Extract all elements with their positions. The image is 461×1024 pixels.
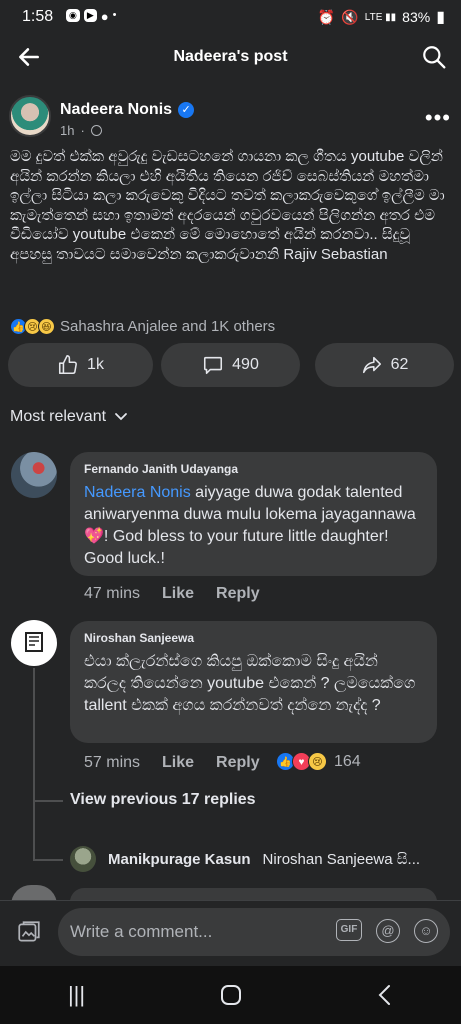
commenter-avatar[interactable] [11,452,57,498]
photo-icon[interactable] [16,919,42,945]
signal-icon: LTE ▮▮ [364,11,397,23]
notification-icons: ◉ ▶ ● • [66,9,117,24]
battery-text: 83% [402,9,431,25]
comment-count: 490 [232,356,259,373]
sort-label: Most relevant [10,408,107,425]
logo-icon [25,632,43,652]
separator: · [80,123,85,138]
status-time: 1:58 [22,8,54,25]
verified-badge-icon: ✓ [178,102,195,118]
thread-branch [33,800,63,802]
system-nav-bar: ||| [0,966,461,1024]
like-button[interactable]: 1k [8,343,153,387]
home-icon[interactable] [221,985,242,1005]
haha-reaction-icon: 😆 [38,318,55,335]
comment-sort-dropdown[interactable]: Most relevant [10,408,128,426]
comment-bubble-icon [204,356,223,375]
comment-time: 57 mins [84,754,141,771]
like-count: 1k [87,356,104,373]
more-options-icon[interactable]: ••• [425,105,451,131]
comment-composer: Write a comment... GIF @ ☺ [0,900,461,966]
app-header: Nadeera's post [0,32,461,84]
reaction-text: Sahashra Anjalee and 1K others [60,318,276,335]
commenter-name[interactable]: Niroshan Sanjeewa [84,631,423,645]
mention-link[interactable]: Nadeera Nonis [84,484,191,501]
comment-body: එයා ක්ලැරන්ස්ගෙ කියපු ඔක්කොම සිංදු අයින්… [84,653,416,714]
app-badge-icon: ◉ [66,9,80,22]
comment-reactions[interactable]: 👍 ♥ 😢 164 [276,752,361,771]
recent-apps-icon[interactable]: ||| [68,982,85,1008]
comment-reply-button[interactable]: Reply [216,585,260,603]
comment-time: 47 mins [84,585,141,602]
share-button[interactable]: 62 [315,343,454,387]
comment-placeholder: Write a comment... [70,922,213,941]
share-count: 62 [390,356,409,373]
author-name[interactable]: Nadeera Nonis [60,101,172,119]
system-icons: ⏰ 🔇 LTE ▮▮ 83% ▮ [318,7,445,27]
post-meta: 1h · [60,123,102,138]
comment-like-button[interactable]: Like [162,754,194,772]
reply-text: Niroshan Sanjeewa සි... [262,850,421,868]
mention-icon[interactable]: @ [376,919,400,943]
commenter-avatar[interactable] [11,620,57,666]
messenger-icon: ● [100,9,109,24]
view-previous-replies-link[interactable]: View previous 17 replies [70,791,256,809]
page-title: Nadeera's post [173,48,288,65]
comment-bubble[interactable]: Niroshan Sanjeewa එයා ක්ලැරන්ස්ගෙ කියපු … [70,621,437,743]
comment-actions: 57 mins Like Reply [84,754,260,772]
post-time[interactable]: 1h [60,123,74,138]
comment-button[interactable]: 490 [161,343,300,387]
privacy-globe-icon [90,125,102,136]
back-nav-icon[interactable] [377,984,393,1006]
dot-icon: • [112,9,117,21]
thread-line [33,668,35,860]
search-icon[interactable] [421,44,447,70]
post-text: මම දුවත් එක්ක අවුරුදු වැඩසටහනේ ගායනා කල … [10,148,445,263]
reply-author[interactable]: Manikpurage Kasun [108,851,251,868]
commenter-name[interactable]: Fernando Janith Udayanga [84,462,423,476]
comment-reply-button[interactable]: Reply [216,754,260,772]
comment-actions: 47 mins Like Reply [84,585,260,603]
reaction-summary[interactable]: 👍 😢 😆 Sahashra Anjalee and 1K others [10,318,275,335]
thumbs-up-icon [59,355,78,375]
youtube-icon: ▶ [83,9,97,22]
alarm-icon: ⏰ [317,8,336,25]
comment-like-button[interactable]: Like [162,585,194,603]
author-avatar[interactable] [9,95,51,137]
comment-bubble[interactable]: Fernando Janith Udayanga Nadeera Nonis a… [70,452,437,576]
reaction-count: 164 [334,752,361,770]
status-bar: 1:58 ◉ ▶ ● • ⏰ 🔇 LTE ▮▮ 83% ▮ [0,0,461,32]
share-arrow-icon [362,356,381,374]
thread-branch [33,859,63,861]
reply-avatar[interactable] [70,846,96,872]
author-name-row[interactable]: Nadeera Nonis ✓ [60,101,195,119]
chevron-down-icon [115,413,127,421]
gif-icon[interactable]: GIF [336,919,362,941]
reply-preview[interactable]: Manikpurage Kasun Niroshan Sanjeewa සි..… [70,846,420,872]
sad-reaction-icon: 😢 [308,752,327,771]
composer-icons: GIF @ ☺ [336,919,438,943]
comment-input[interactable]: Write a comment... GIF @ ☺ [58,908,450,956]
battery-icon: ▮ [436,9,445,26]
emoji-icon[interactable]: ☺ [414,919,438,943]
comment-text: Nadeera Nonis aiyyage duwa godak talente… [84,482,423,570]
mute-icon: 🔇 [341,8,359,25]
